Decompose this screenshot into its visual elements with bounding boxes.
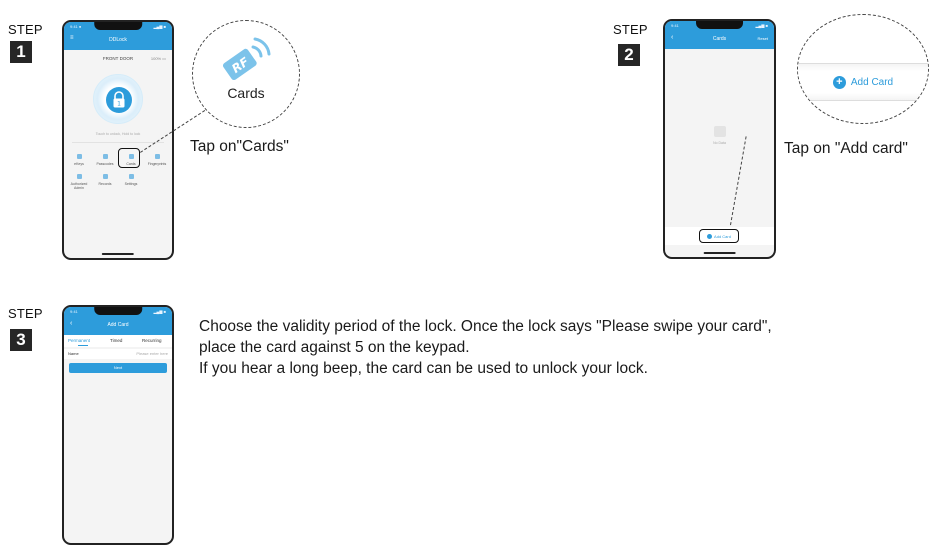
phone-notch <box>94 307 142 315</box>
divider <box>72 142 164 143</box>
lock-icon: 1 <box>106 87 132 113</box>
empty-state-text: No Data <box>713 141 726 145</box>
menu-item-authorized-admin[interactable]: Authorized Admin <box>68 174 90 190</box>
instruction-line: Choose the validity period of the lock. … <box>199 318 772 335</box>
validity-tabs: Permanent Timed Recurring <box>64 335 172 347</box>
name-input[interactable]: Please enter here <box>136 351 168 356</box>
status-signal: ▂▄▆ ■ <box>153 24 166 29</box>
phone-step-2: 9:41 ▂▄▆ ■ ‹ Cards Reset No Data Add Car… <box>663 19 776 259</box>
zoom-add-card-label: Add Card <box>850 76 894 88</box>
step-2-caption: Tap on "Add card" <box>784 140 908 157</box>
tab-timed[interactable]: Timed <box>110 338 122 343</box>
phone-step-3: 9:41 ▂▄▆ ■ ‹ Add Card Permanent Timed Re… <box>62 305 174 545</box>
cards-highlight-box <box>118 148 140 168</box>
status-time: 9:41 <box>671 23 679 28</box>
step-3-instructions: Choose the validity period of the lock. … <box>199 316 772 379</box>
step-3-number: 3 <box>10 329 32 351</box>
name-label: Name <box>68 351 79 356</box>
zoomed-add-card-button: + Add Card <box>798 63 928 101</box>
status-time: 9:41 ● <box>70 24 82 29</box>
tab-recurring[interactable]: Recurring <box>142 338 162 343</box>
menu-label: Fingerprints <box>147 162 167 166</box>
settings-icon <box>128 174 134 179</box>
home-indicator <box>703 252 736 254</box>
zoom-callout-cards: RF Cards <box>192 20 300 128</box>
add-card-button[interactable]: Add Card <box>699 229 739 243</box>
unlock-hint: Touch to unlock, Hold to lock <box>95 132 141 136</box>
add-card-label: Add Card <box>714 233 731 239</box>
menu-label: eKeys <box>74 162 84 166</box>
next-button[interactable]: Next <box>69 363 167 373</box>
zoom-callout-add-card: + Add Card <box>797 14 929 124</box>
screen-title: Add Card <box>107 322 129 328</box>
active-tab-indicator <box>78 345 88 346</box>
menu-item-records[interactable]: Records <box>94 174 116 186</box>
home-indicator <box>101 253 135 255</box>
fingerprint-icon <box>154 154 160 159</box>
name-field-row: Name Please enter here <box>64 349 172 359</box>
battery-indicator: 100% ▭ <box>150 56 166 61</box>
plus-circle-icon: + <box>832 75 846 89</box>
status-signal: ▂▄▆ ■ <box>153 309 166 314</box>
status-time: 9:41 <box>70 309 78 314</box>
ekey-icon <box>76 154 82 159</box>
unlock-button[interactable]: 1 <box>93 74 143 124</box>
step-1-number: 1 <box>10 41 32 63</box>
tab-permanent[interactable]: Permanent <box>68 338 90 343</box>
step-3-label: STEP <box>8 306 43 321</box>
menu-item-fingerprints[interactable]: Fingerprints <box>146 154 168 166</box>
records-icon <box>102 174 108 179</box>
phone-notch <box>94 22 142 30</box>
menu-item-settings[interactable]: Settings <box>120 174 142 186</box>
lock-badge: 1 <box>117 101 121 108</box>
step-1-caption: Tap on"Cards" <box>190 138 289 155</box>
menu-item-ekeys[interactable]: eKeys <box>68 154 90 166</box>
plus-circle-icon <box>707 233 713 239</box>
menu-item-passcodes[interactable]: Passcodes <box>94 154 116 166</box>
phone-notch <box>695 21 744 29</box>
instruction-line: If you hear a long beep, the card can be… <box>199 360 648 377</box>
step-2-label: STEP <box>613 22 648 37</box>
passcode-icon <box>102 154 108 159</box>
zoom-cards-label: Cards <box>227 85 265 101</box>
menu-label: Passcodes <box>96 162 114 166</box>
step-1-label: STEP <box>8 22 43 37</box>
status-signal: ▂▄▆ ■ <box>755 23 768 28</box>
admin-icon <box>76 174 82 179</box>
menu-label: Settings <box>124 182 138 186</box>
reset-link[interactable]: Reset <box>758 36 768 41</box>
instruction-line: place the card against 5 on the keypad. <box>199 339 470 356</box>
step-2-number: 2 <box>618 44 640 66</box>
empty-box-icon <box>713 126 726 137</box>
bottom-bar: Add Card <box>665 227 774 245</box>
menu-label: Authorized Admin <box>70 182 88 190</box>
rf-card-icon: RF <box>222 37 271 81</box>
app-title: DDLock <box>109 37 127 43</box>
menu-label: Records <box>98 182 112 186</box>
